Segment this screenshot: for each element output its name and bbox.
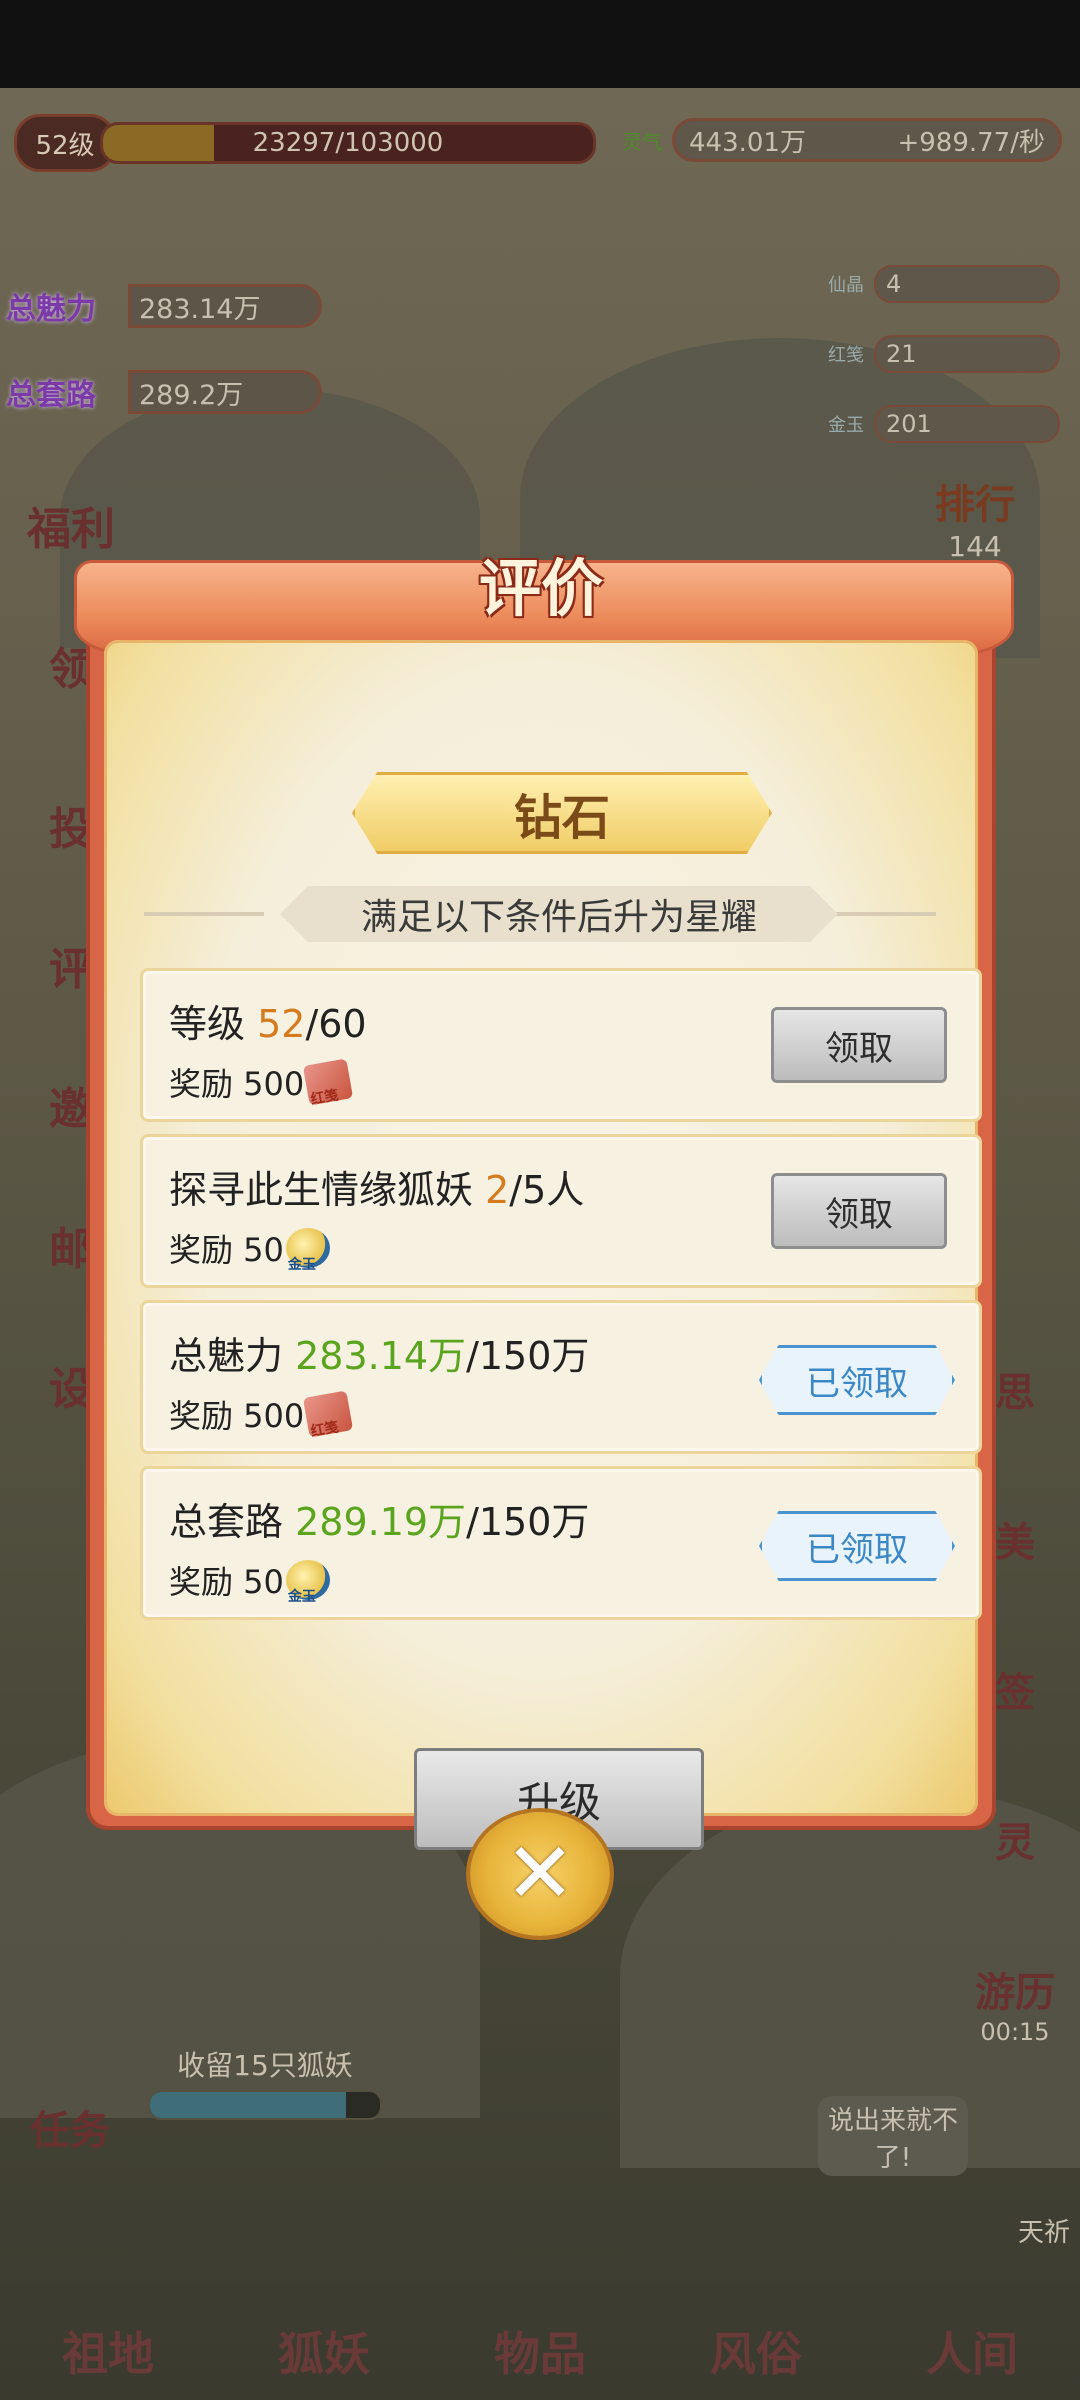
nav-human-world[interactable]: 人间 <box>926 2318 1018 2400</box>
condition-target: /150万 <box>466 1334 590 1378</box>
redpacket-icon <box>303 1390 354 1438</box>
condition-title: 总套路 289.19万/150万 <box>169 1491 589 1546</box>
close-button[interactable]: ✕ <box>470 1812 610 1936</box>
close-icon: ✕ <box>504 1824 576 1922</box>
claim-button[interactable]: 领取 <box>771 1173 947 1249</box>
pray-button[interactable]: 天祈 <box>1018 2212 1070 2249</box>
current-rank: 钻石 <box>513 790 610 846</box>
condition-target: /150万 <box>466 1500 590 1544</box>
reward-label: 奖励 500 <box>169 1065 305 1103</box>
charm-stat: 总魅力 283.14万 <box>6 284 322 328</box>
condition-reward: 奖励 500 <box>169 1058 354 1106</box>
condition-current: 2 <box>485 1168 510 1212</box>
jade-value: 201 <box>874 405 1060 443</box>
routine-label: 总套路 <box>6 378 96 413</box>
spirit-resource[interactable]: 灵气 443.01万 +989.77/秒 <box>622 118 1062 162</box>
claim-button[interactable]: 领取 <box>771 1007 947 1083</box>
task-progress-label: 收留15只狐妖 <box>177 2049 353 2082</box>
condition-target: /5人 <box>509 1168 585 1212</box>
condition-label: 总魅力 <box>169 1334 296 1378</box>
charm-label: 总魅力 <box>6 292 96 327</box>
claimed-badge: 已领取 <box>759 1345 955 1415</box>
claimed-badge: 已领取 <box>759 1511 955 1581</box>
redpacket-icon: 红笺 <box>828 345 864 366</box>
resource-crystal[interactable]: 仙晶 4 <box>828 264 1060 304</box>
experience-bar: 23297/103000 <box>100 122 596 164</box>
dialog-body: 钻石 满足以下条件后升为星耀 等级 52/60 奖励 500 领取 探寻此生情缘… <box>104 640 982 1850</box>
ranking-label: 排行 <box>935 482 1015 528</box>
experience-text: 23297/103000 <box>252 128 444 158</box>
nav-fox-spirits[interactable]: 狐妖 <box>278 2318 370 2400</box>
condition-card-routine: 总套路 289.19万/150万 奖励 50 已领取 <box>140 1466 982 1620</box>
routine-stat: 总套路 289.2万 <box>6 370 322 414</box>
condition-label: 探寻此生情缘狐妖 <box>169 1168 486 1212</box>
condition-reward: 奖励 50 <box>169 1557 330 1606</box>
spirit-value: 443.01万 <box>689 127 806 158</box>
spirit-box: 443.01万 +989.77/秒 <box>672 118 1062 162</box>
redpacket-value: 21 <box>874 335 1060 373</box>
status-bar <box>0 0 1080 88</box>
condition-card-charm: 总魅力 283.14万/150万 奖励 500 已领取 <box>140 1300 982 1454</box>
nav-items[interactable]: 物品 <box>494 2318 586 2400</box>
condition-current: 52 <box>257 1002 306 1046</box>
reward-label: 奖励 500 <box>169 1397 305 1435</box>
condition-current: 289.19万 <box>295 1500 467 1544</box>
routine-value: 289.2万 <box>128 370 322 414</box>
current-rank-plaque: 钻石 <box>352 772 772 854</box>
condition-label: 总套路 <box>169 1500 296 1544</box>
condition-title: 探寻此生情缘狐妖 2/5人 <box>169 1159 584 1214</box>
reward-label: 奖励 50 <box>169 1231 284 1269</box>
chat-bubble: 说出来就不了! <box>818 2096 968 2176</box>
jade-icon <box>285 1560 330 1606</box>
upgrade-condition-subtitle: 满足以下条件后升为星耀 <box>280 886 838 942</box>
crystal-value: 4 <box>874 265 1060 303</box>
spirit-icon: 灵气 <box>622 129 662 154</box>
charm-value: 283.14万 <box>128 284 322 328</box>
jade-icon <box>285 1228 330 1274</box>
travel-button[interactable]: 游历 00:15 <box>960 1960 1070 2046</box>
resource-redpacket[interactable]: 红笺 21 <box>828 334 1060 374</box>
condition-reward: 奖励 50 <box>169 1225 330 1274</box>
spirit-rate: +989.77/秒 <box>897 127 1045 158</box>
resource-jade[interactable]: 金玉 201 <box>828 404 1060 444</box>
condition-target: /60 <box>305 1002 367 1046</box>
travel-label: 游历 <box>975 1970 1055 2016</box>
dialog-title: 评价 <box>478 552 603 625</box>
task-progress-track <box>148 2090 382 2120</box>
condition-current: 283.14万 <box>295 1334 467 1378</box>
condition-reward: 奖励 500 <box>169 1390 354 1438</box>
bottom-navigation: 祖地 狐妖 物品 风俗 人间 <box>0 2270 1080 2400</box>
jade-icon: 金玉 <box>828 415 864 436</box>
condition-card-fox: 探寻此生情缘狐妖 2/5人 奖励 50 领取 <box>140 1134 982 1288</box>
task-progress[interactable]: 收留15只狐妖 <box>120 2044 410 2122</box>
condition-card-level: 等级 52/60 奖励 500 领取 <box>140 968 982 1122</box>
reward-label: 奖励 50 <box>169 1563 284 1601</box>
crystal-icon: 仙晶 <box>828 275 864 296</box>
task-button[interactable]: 任务 <box>30 2098 110 2156</box>
task-progress-fill <box>150 2092 346 2118</box>
redpacket-icon <box>303 1058 354 1106</box>
divider-left <box>144 912 264 916</box>
evaluation-dialog: 评价 钻石 满足以下条件后升为星耀 等级 52/60 奖励 500 领取 探寻此… <box>74 552 1014 1850</box>
condition-label: 等级 <box>169 1002 258 1046</box>
condition-title: 总魅力 283.14万/150万 <box>169 1325 589 1380</box>
nav-ancestral-land[interactable]: 祖地 <box>62 2318 154 2400</box>
nav-customs[interactable]: 风俗 <box>710 2318 802 2400</box>
condition-title: 等级 52/60 <box>169 993 367 1048</box>
travel-timer: 00:15 <box>980 2018 1050 2046</box>
